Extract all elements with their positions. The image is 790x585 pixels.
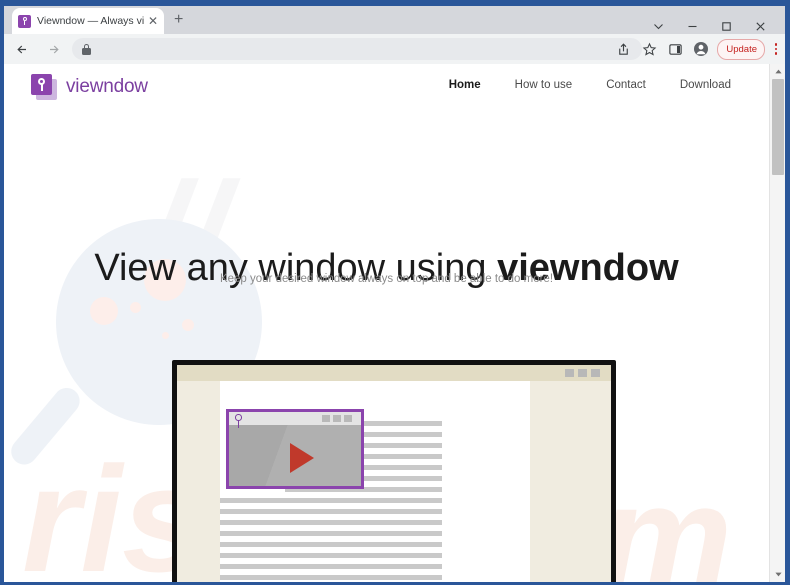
floating-window-control[interactable] bbox=[322, 415, 330, 422]
viewndow-favicon-icon bbox=[18, 14, 31, 28]
brand-name: viewndow bbox=[66, 76, 148, 97]
page-scrollbar[interactable] bbox=[769, 64, 785, 582]
toolbar-actions: Update bbox=[611, 36, 784, 62]
web-page: // risk viewndow Home How to use bbox=[4, 64, 769, 582]
play-button-icon[interactable] bbox=[290, 443, 314, 473]
address-bar[interactable] bbox=[72, 38, 642, 60]
laptop-screen-bezel bbox=[172, 360, 616, 582]
floating-window-control[interactable] bbox=[344, 415, 352, 422]
nav-link-how-to-use[interactable]: How to use bbox=[515, 79, 573, 91]
decorative-blob bbox=[182, 319, 194, 331]
forward-button[interactable] bbox=[40, 36, 66, 62]
window-right-edge bbox=[785, 0, 790, 585]
screen-title-bar bbox=[177, 365, 611, 381]
site-navigation: Home How to use Contact Download bbox=[449, 79, 731, 91]
screen-window-control bbox=[565, 369, 574, 377]
laptop-screen bbox=[177, 365, 611, 582]
screen-window-control bbox=[578, 369, 587, 377]
update-button[interactable]: Update bbox=[717, 38, 765, 60]
update-button-label: Update bbox=[726, 43, 757, 55]
floating-video-window[interactable] bbox=[226, 409, 364, 489]
laptop-illustration bbox=[119, 360, 669, 582]
share-icon[interactable] bbox=[611, 37, 635, 61]
scroll-up-arrow-icon[interactable] bbox=[770, 64, 785, 79]
browser-window: Viewndow — Always view desire ✕ + bbox=[0, 0, 790, 585]
back-button[interactable] bbox=[9, 36, 35, 62]
screen-window-control bbox=[591, 369, 600, 377]
close-tab-icon[interactable]: ✕ bbox=[144, 15, 158, 27]
site-header: viewndow Home How to use Contact Downloa… bbox=[4, 64, 769, 116]
decorative-blob bbox=[130, 302, 141, 313]
brand-logo-link[interactable]: viewndow bbox=[31, 74, 148, 100]
scrollbar-thumb[interactable] bbox=[772, 79, 784, 175]
decorative-blob bbox=[90, 297, 118, 325]
nav-link-download[interactable]: Download bbox=[680, 79, 731, 91]
profile-avatar-icon[interactable] bbox=[689, 37, 713, 61]
star-icon[interactable] bbox=[637, 37, 661, 61]
side-panel-icon[interactable] bbox=[663, 37, 687, 61]
scroll-down-arrow-icon[interactable] bbox=[770, 567, 785, 582]
floating-window-title-bar bbox=[229, 412, 361, 425]
new-tab-button[interactable]: + bbox=[174, 12, 183, 28]
tab-title: Viewndow — Always view desire bbox=[37, 15, 144, 27]
always-on-top-pin-icon[interactable] bbox=[234, 414, 243, 428]
three-dot-menu-icon[interactable] bbox=[768, 39, 784, 59]
hero-subtitle: Keep your desired window always on top a… bbox=[219, 273, 554, 285]
nav-link-contact[interactable]: Contact bbox=[606, 79, 646, 91]
decorative-blob bbox=[162, 332, 169, 339]
tab-strip: Viewndow — Always view desire ✕ + bbox=[4, 6, 785, 34]
viewndow-logo-icon bbox=[31, 74, 57, 100]
page-viewport: // risk viewndow Home How to use bbox=[4, 64, 785, 582]
floating-window-control[interactable] bbox=[333, 415, 341, 422]
nav-link-home[interactable]: Home bbox=[449, 79, 481, 91]
lock-icon bbox=[82, 43, 91, 55]
browser-tab[interactable]: Viewndow — Always view desire ✕ bbox=[12, 8, 164, 34]
